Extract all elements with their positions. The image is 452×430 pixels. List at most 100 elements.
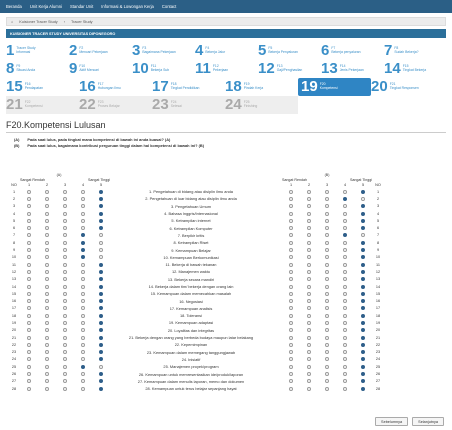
step-item[interactable]: 8 F9 Situasi Anda [6, 60, 69, 78]
rating-a-radio[interactable] [63, 357, 67, 362]
rating-b-radio[interactable] [343, 262, 347, 267]
rating-b-radio[interactable] [325, 335, 329, 340]
rating-b-radio[interactable] [289, 196, 293, 201]
rating-b-radio[interactable] [325, 240, 329, 245]
rating-b-radio[interactable] [289, 233, 293, 238]
rating-b-radio[interactable] [361, 372, 365, 377]
rating-b-radio[interactable] [289, 269, 293, 274]
rating-b-radio[interactable] [325, 372, 329, 377]
rating-b-radio[interactable] [307, 291, 311, 296]
rating-b-radio[interactable] [361, 255, 365, 260]
rating-b-radio[interactable] [361, 364, 365, 369]
rating-b-radio[interactable] [343, 299, 347, 304]
rating-b-radio[interactable] [361, 269, 365, 274]
rating-b-radio[interactable] [289, 218, 293, 223]
rating-a-radio[interactable] [63, 248, 67, 253]
rating-a-radio[interactable] [99, 248, 103, 253]
home-icon[interactable]: ⌂ [11, 20, 13, 24]
rating-b-radio[interactable] [325, 196, 329, 201]
breadcrumb-item[interactable]: Kuisioner Tracer Study [19, 20, 57, 24]
rating-b-radio[interactable] [361, 342, 365, 347]
rating-a-radio[interactable] [27, 328, 31, 333]
rating-a-radio[interactable] [99, 240, 103, 245]
rating-b-radio[interactable] [361, 226, 365, 231]
rating-a-radio[interactable] [27, 291, 31, 296]
rating-a-radio[interactable] [81, 342, 85, 347]
step-item[interactable]: 15 F16 Pendapatan [6, 78, 79, 96]
rating-a-radio[interactable] [99, 379, 103, 384]
rating-b-radio[interactable] [343, 379, 347, 384]
rating-b-radio[interactable] [343, 189, 347, 194]
rating-b-radio[interactable] [289, 357, 293, 362]
rating-b-radio[interactable] [289, 277, 293, 282]
rating-a-radio[interactable] [27, 269, 31, 274]
rating-b-radio[interactable] [307, 350, 311, 355]
step-item[interactable]: 17 F18 Tingkat Pendidikan [152, 78, 225, 96]
rating-b-radio[interactable] [307, 364, 311, 369]
step-item[interactable]: 12 F13 Gaji/Penghasilan [258, 60, 321, 78]
rating-b-radio[interactable] [361, 204, 365, 209]
rating-a-radio[interactable] [99, 262, 103, 267]
rating-a-radio[interactable] [99, 204, 103, 209]
step-item[interactable]: 5 F5 Bekerja Penyaluran [258, 42, 321, 60]
rating-b-radio[interactable] [361, 386, 365, 391]
step-item[interactable]: 6 F7 Bekerja penyaluran [321, 42, 384, 60]
rating-a-radio[interactable] [27, 342, 31, 347]
rating-a-radio[interactable] [99, 284, 103, 289]
rating-b-radio[interactable] [343, 226, 347, 231]
rating-a-radio[interactable] [27, 357, 31, 362]
rating-a-radio[interactable] [45, 262, 49, 267]
rating-a-radio[interactable] [63, 211, 67, 216]
rating-b-radio[interactable] [289, 262, 293, 267]
rating-b-radio[interactable] [343, 386, 347, 391]
rating-a-radio[interactable] [99, 313, 103, 318]
rating-b-radio[interactable] [343, 248, 347, 253]
rating-b-radio[interactable] [361, 233, 365, 238]
rating-b-radio[interactable] [289, 240, 293, 245]
rating-b-radio[interactable] [343, 306, 347, 311]
rating-b-radio[interactable] [343, 342, 347, 347]
rating-a-radio[interactable] [63, 255, 67, 260]
rating-b-radio[interactable] [307, 335, 311, 340]
rating-a-radio[interactable] [45, 284, 49, 289]
rating-a-radio[interactable] [99, 211, 103, 216]
rating-a-radio[interactable] [45, 277, 49, 282]
rating-a-radio[interactable] [63, 284, 67, 289]
rating-a-radio[interactable] [45, 364, 49, 369]
rating-b-radio[interactable] [289, 299, 293, 304]
rating-b-radio[interactable] [343, 357, 347, 362]
rating-b-radio[interactable] [361, 284, 365, 289]
rating-a-radio[interactable] [63, 342, 67, 347]
rating-a-radio[interactable] [63, 277, 67, 282]
rating-b-radio[interactable] [325, 204, 329, 209]
nav-item[interactable]: Standar Unit [70, 4, 93, 9]
rating-a-radio[interactable] [99, 269, 103, 274]
rating-a-radio[interactable] [45, 313, 49, 318]
rating-a-radio[interactable] [45, 291, 49, 296]
rating-a-radio[interactable] [27, 320, 31, 325]
rating-a-radio[interactable] [81, 372, 85, 377]
rating-b-radio[interactable] [307, 262, 311, 267]
rating-a-radio[interactable] [27, 335, 31, 340]
rating-a-radio[interactable] [45, 189, 49, 194]
rating-b-radio[interactable] [361, 277, 365, 282]
rating-a-radio[interactable] [45, 240, 49, 245]
rating-b-radio[interactable] [325, 269, 329, 274]
rating-a-radio[interactable] [63, 218, 67, 223]
rating-a-radio[interactable] [99, 255, 103, 260]
rating-a-radio[interactable] [99, 299, 103, 304]
previous-button[interactable]: Sebelumnya [375, 417, 409, 426]
rating-b-radio[interactable] [325, 342, 329, 347]
rating-b-radio[interactable] [289, 379, 293, 384]
rating-a-radio[interactable] [99, 372, 103, 377]
rating-a-radio[interactable] [27, 306, 31, 311]
rating-b-radio[interactable] [343, 240, 347, 245]
rating-a-radio[interactable] [99, 357, 103, 362]
rating-a-radio[interactable] [63, 386, 67, 391]
rating-a-radio[interactable] [99, 196, 103, 201]
rating-b-radio[interactable] [343, 233, 347, 238]
step-item[interactable]: 3 F3 Bagaimana Pekerjaan [132, 42, 195, 60]
rating-a-radio[interactable] [27, 284, 31, 289]
rating-a-radio[interactable] [27, 372, 31, 377]
rating-b-radio[interactable] [307, 299, 311, 304]
